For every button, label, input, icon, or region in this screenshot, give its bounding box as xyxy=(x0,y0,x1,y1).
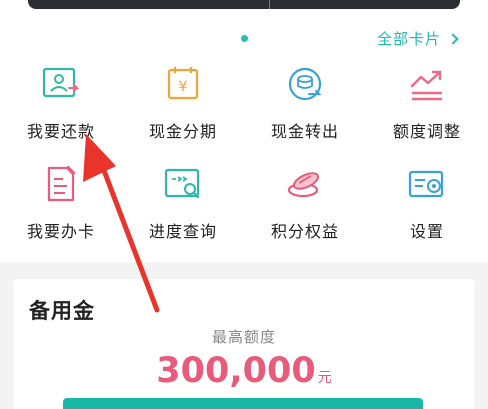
grid-item-settings[interactable]: 设置 xyxy=(366,164,488,254)
grid-item-progress-query[interactable]: 进度查询 xyxy=(122,164,244,254)
repay-icon xyxy=(42,67,80,98)
card-carousel-bottom-edge[interactable] xyxy=(28,0,460,9)
grid-item-cash-transfer[interactable]: 现金转出 xyxy=(244,64,366,154)
cash-installment-icon: ¥ xyxy=(167,67,199,100)
grid-item-cash-installment[interactable]: ¥ 现金分期 xyxy=(122,64,244,154)
limit-adjust-icon xyxy=(410,70,442,101)
grid-item-label: 积分权益 xyxy=(270,222,339,241)
amount-unit: 元 xyxy=(317,370,332,386)
grid-item-label: 现金分期 xyxy=(148,122,217,141)
grid-item-label: 我要办卡 xyxy=(26,222,95,241)
max-limit-label: 最高额度 xyxy=(211,328,276,346)
cash-transfer-icon xyxy=(288,67,322,101)
all-cards-link[interactable]: 全部卡片 xyxy=(376,28,459,49)
grid-item-label: 我要还款 xyxy=(26,122,95,141)
amount-value: 300,000 xyxy=(156,351,316,391)
apply-card-icon xyxy=(47,165,76,202)
all-cards-label: 全部卡片 xyxy=(376,30,441,48)
grid-item-apply-card[interactable]: 我要办卡 xyxy=(0,164,122,254)
grid-item-label: 设置 xyxy=(409,222,444,241)
card-divider xyxy=(269,0,270,9)
grid-item-repay[interactable]: 我要还款 xyxy=(0,64,122,154)
points-rights-icon xyxy=(287,172,320,198)
svg-text:¥: ¥ xyxy=(179,79,188,95)
chevron-right-icon xyxy=(447,32,459,45)
grid-item-limit-adjust[interactable]: 额度调整 xyxy=(366,64,488,154)
grid-item-points-rights[interactable]: 积分权益 xyxy=(244,164,366,254)
carousel-page-indicator xyxy=(241,35,248,42)
panel-title: 备用金 xyxy=(29,299,95,323)
reserve-fund-panel[interactable]: 备用金 最高额度 300,000 元 xyxy=(13,279,475,409)
max-limit-amount: 300,000 元 xyxy=(13,351,475,391)
grid-item-label: 额度调整 xyxy=(392,122,461,141)
progress-query-icon xyxy=(164,168,200,199)
grid-item-label: 现金转出 xyxy=(270,122,339,141)
apply-button[interactable] xyxy=(63,398,423,409)
settings-icon xyxy=(408,170,444,198)
grid-item-label: 进度查询 xyxy=(148,222,217,241)
